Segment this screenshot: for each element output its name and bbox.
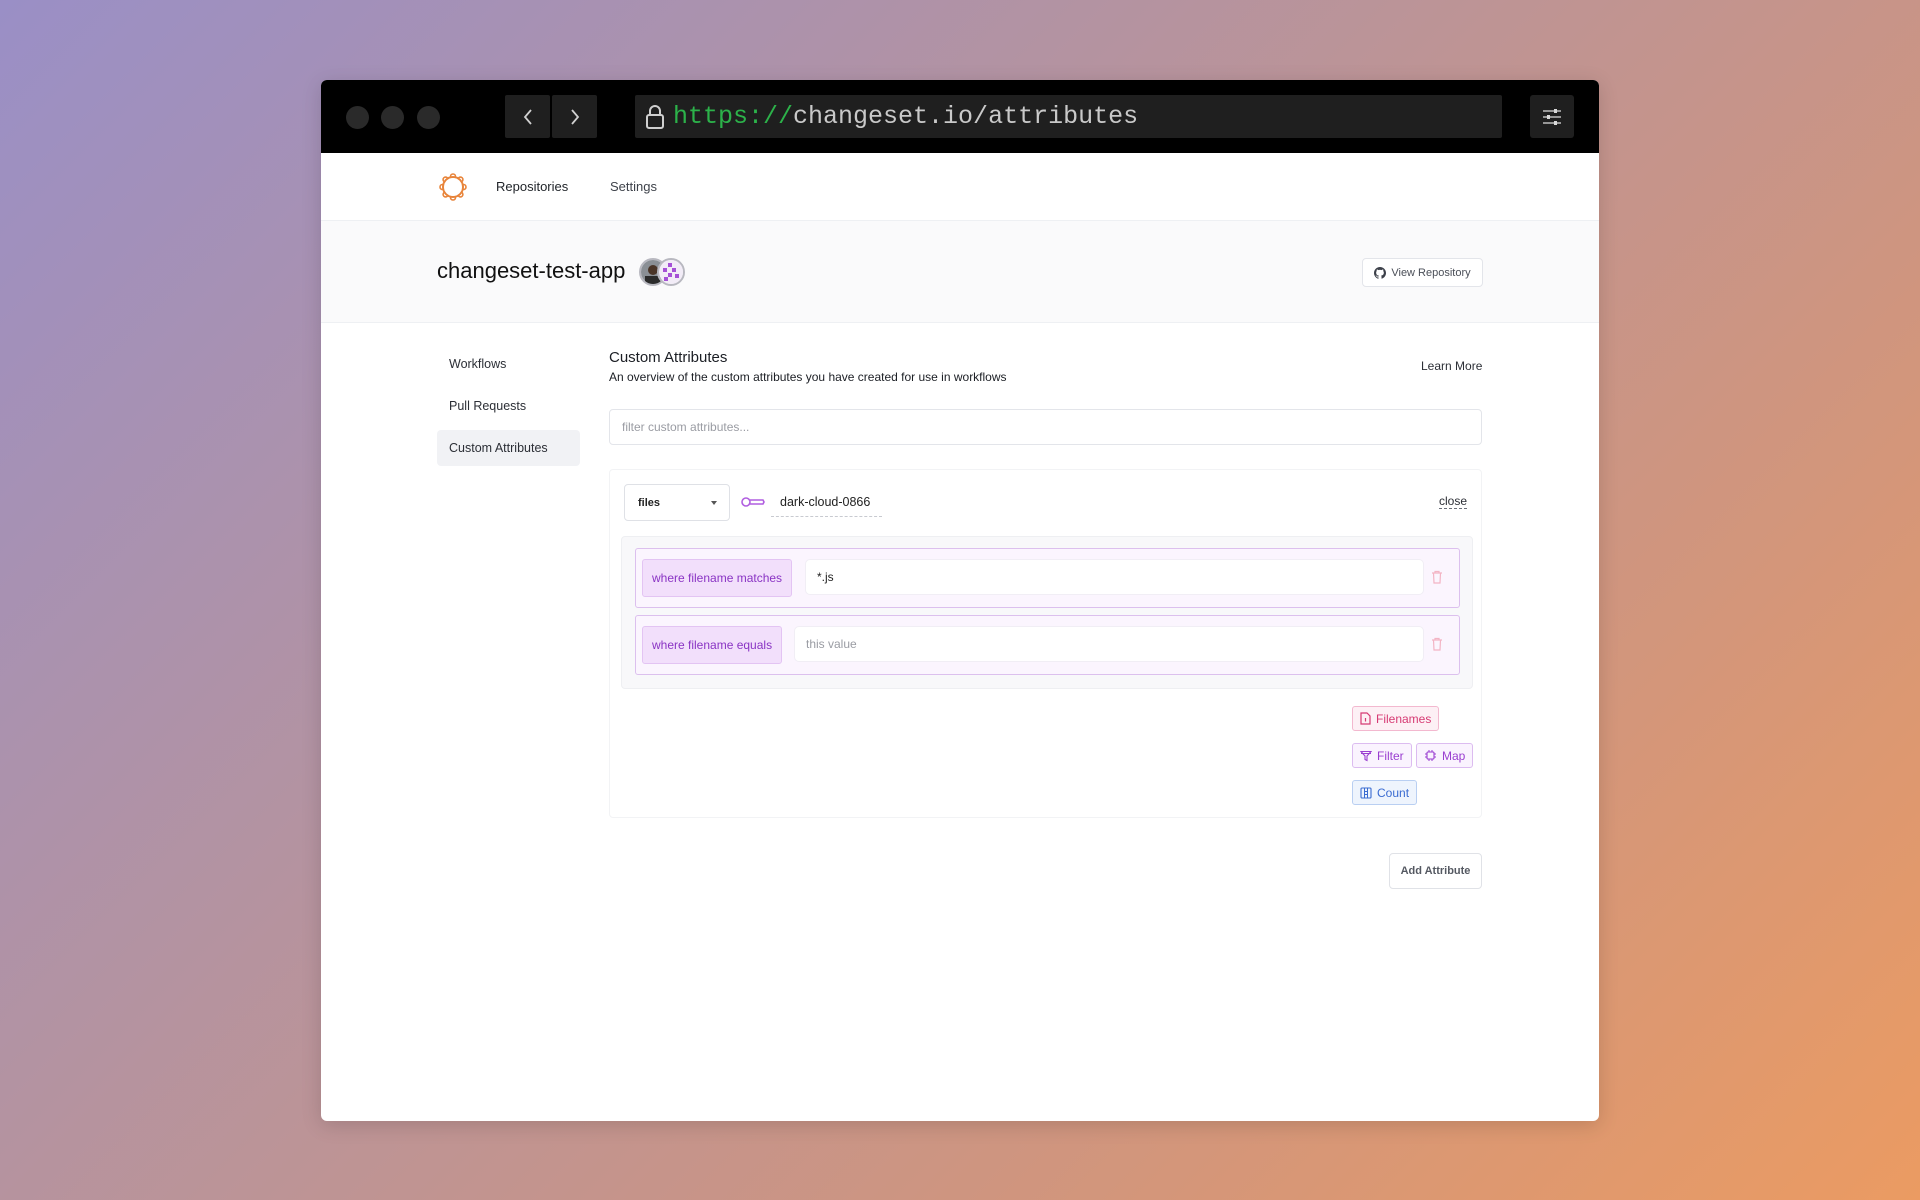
avatar[interactable]: [657, 258, 685, 286]
nav-link-settings[interactable]: Settings: [610, 179, 657, 194]
attribute-type-select[interactable]: files: [624, 484, 730, 521]
condition-row: where filename equals: [635, 615, 1460, 675]
condition-row: where filename matches: [635, 548, 1460, 608]
sidebar-item-custom-attributes[interactable]: Custom Attributes: [437, 430, 580, 466]
filter-chip[interactable]: Filter: [1352, 743, 1412, 768]
window-minimize-dot[interactable]: [381, 106, 404, 129]
github-icon: [1374, 266, 1387, 279]
changeset-logo-icon[interactable]: [439, 173, 467, 206]
condition-label[interactable]: where filename equals: [642, 626, 783, 664]
condition-value-input[interactable]: [794, 626, 1424, 662]
close-link[interactable]: close: [1439, 494, 1468, 509]
conditions-panel: where filename matches where filename eq…: [621, 536, 1473, 689]
forward-button[interactable]: [552, 95, 597, 138]
browser-titlebar: https:// changeset.io/attributes: [321, 80, 1599, 153]
count-chip-label: Count: [1377, 785, 1410, 800]
browser-window: https:// changeset.io/attributes Reposit…: [321, 80, 1599, 1121]
caret-down-icon: [711, 501, 717, 505]
sliders-icon: [1543, 108, 1561, 125]
back-button[interactable]: [505, 95, 550, 138]
filter-attributes-input[interactable]: [609, 409, 1482, 445]
table-icon: [1360, 786, 1372, 799]
attribute-name-input[interactable]: [771, 488, 882, 517]
chevron-right-icon: [570, 108, 579, 125]
window-close-dot[interactable]: [346, 106, 369, 129]
app-top-nav: Repositories Settings: [321, 153, 1599, 221]
condition-value-input[interactable]: [805, 559, 1424, 595]
attribute-type-value: files: [638, 496, 661, 509]
map-chip[interactable]: Map: [1416, 743, 1474, 768]
repo-title: changeset-test-app: [437, 258, 626, 283]
attribute-editor-card: files close where filename matches where…: [609, 469, 1482, 818]
sidebar-item-pull-requests[interactable]: Pull Requests: [437, 388, 580, 424]
file-icon: [1360, 712, 1371, 725]
map-chip-label: Map: [1442, 748, 1466, 763]
repo-header: changeset-test-app View Repository: [321, 221, 1599, 323]
sidebar-item-workflows[interactable]: Workflows: [437, 346, 580, 382]
learn-more-link[interactable]: Learn More: [1421, 359, 1482, 373]
condition-label[interactable]: where filename matches: [642, 559, 793, 597]
address-bar[interactable]: https:// changeset.io/attributes: [635, 95, 1502, 138]
url-scheme: https://: [673, 102, 794, 131]
collaborator-avatars: [639, 258, 685, 286]
browser-settings-button[interactable]: [1530, 95, 1574, 138]
view-repository-button[interactable]: View Repository: [1362, 258, 1483, 287]
trash-icon[interactable]: [1431, 570, 1443, 589]
window-maximize-dot[interactable]: [417, 106, 440, 129]
funnel-icon: [1360, 750, 1372, 761]
view-repository-label: View Repository: [1391, 266, 1471, 279]
filter-chip-label: Filter: [1377, 748, 1404, 763]
chevron-left-icon: [523, 108, 532, 125]
trash-icon[interactable]: [1431, 637, 1443, 656]
nav-link-repositories[interactable]: Repositories: [496, 179, 568, 194]
filenames-chip-label: Filenames: [1376, 711, 1432, 726]
page-subtitle: An overview of the custom attributes you…: [609, 370, 1007, 384]
count-chip[interactable]: Count: [1352, 780, 1418, 805]
add-attribute-button[interactable]: Add Attribute: [1389, 853, 1482, 889]
page-title: Custom Attributes: [609, 349, 728, 366]
key-icon: [741, 495, 765, 513]
url-path: changeset.io/attributes: [793, 102, 1139, 131]
chip-processor-icon: [1425, 750, 1436, 761]
lock-icon: [645, 104, 665, 130]
filenames-chip[interactable]: Filenames: [1352, 706, 1440, 731]
